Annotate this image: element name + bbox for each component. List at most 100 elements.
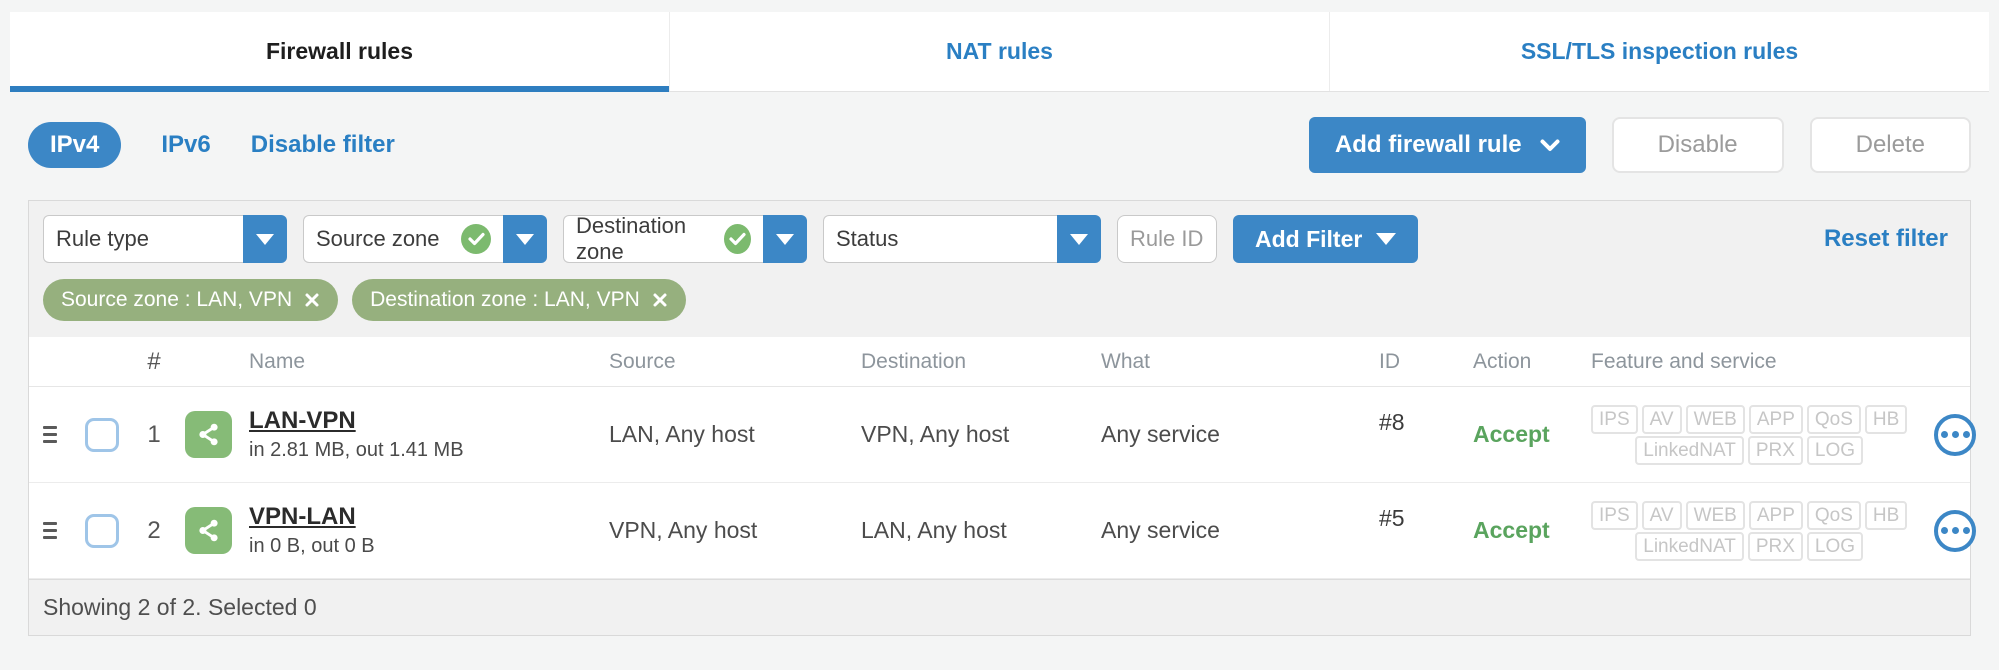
close-icon[interactable] — [304, 292, 320, 308]
header-what: What — [1101, 349, 1151, 373]
check-circle-icon — [461, 224, 491, 254]
tab-ssl-tls-inspection-rules[interactable]: SSL/TLS inspection rules — [1329, 12, 1989, 91]
rule-traffic: in 0 B, out 0 B — [249, 535, 375, 557]
cell-id: #5 — [1379, 505, 1405, 531]
cell-action: Accept — [1473, 421, 1550, 447]
row-checkbox[interactable] — [85, 417, 119, 452]
table-row: 1 LAN-VPN in 2.81 MB, out 1.41 MB LAN, A… — [29, 387, 1977, 483]
chevron-down-icon[interactable] — [1057, 215, 1101, 263]
share-icon — [185, 411, 232, 458]
header-number: # — [147, 347, 161, 375]
rule-id-input[interactable] — [1117, 215, 1217, 263]
filter-dropdown-destination-zone[interactable]: Destination zone — [563, 213, 807, 264]
drag-handle-icon[interactable] — [43, 522, 57, 539]
filter-dropdown-source-zone[interactable]: Source zone — [303, 215, 547, 263]
cell-what: Any service — [1101, 517, 1220, 543]
disable-filter-link[interactable]: Disable filter — [251, 131, 395, 159]
chevron-down-icon — [1540, 139, 1560, 151]
badge-av: AV — [1641, 404, 1682, 434]
feature-badges: IPS AV WEB APP QoS HB LinkedNAT PRX LOG — [1591, 404, 1908, 465]
badge-av: AV — [1641, 500, 1682, 530]
badge-prx: PRX — [1747, 531, 1803, 561]
badge-qos: QoS — [1806, 500, 1861, 530]
table-footer: Showing 2 of 2. Selected 0 — [29, 579, 1970, 635]
badge-hb: HB — [1864, 500, 1908, 530]
cell-what: Any service — [1101, 421, 1220, 447]
ellipsis-icon[interactable] — [1934, 509, 1977, 552]
chip-label: Destination zone : LAN, VPN — [370, 288, 640, 311]
badge-ips: IPS — [1591, 500, 1638, 530]
toolbar: IPv4 IPv6 Disable filter Add firewall ru… — [28, 116, 1971, 174]
cell-destination: VPN, Any host — [861, 421, 1010, 447]
tab-nat-rules[interactable]: NAT rules — [669, 12, 1329, 91]
rule-traffic: in 2.81 MB, out 1.41 MB — [249, 439, 464, 461]
table-header-row: # Name Source Destination What ID Action… — [29, 337, 1970, 387]
badge-web: WEB — [1685, 404, 1745, 434]
firewall-rules-panel: Rule type Source zone Destination zone S… — [28, 200, 1977, 636]
ellipsis-icon[interactable] — [1934, 413, 1977, 456]
row-number: 1 — [147, 420, 161, 448]
header-destination: Destination — [861, 349, 967, 373]
header-id: ID — [1379, 349, 1400, 373]
rule-tabs: Firewall rules NAT rules SSL/TLS inspect… — [10, 12, 1989, 92]
badge-qos: QoS — [1806, 404, 1861, 434]
cell-id: #8 — [1379, 409, 1405, 435]
badge-hb: HB — [1864, 404, 1908, 434]
ipv6-toggle[interactable]: IPv6 — [161, 131, 210, 159]
check-circle-icon — [723, 224, 751, 254]
rule-name-link[interactable]: LAN-VPN — [249, 407, 356, 435]
tab-firewall-rules[interactable]: Firewall rules — [10, 12, 669, 92]
filter-chip-source-zone[interactable]: Source zone : LAN, VPN — [43, 279, 339, 321]
applied-filter-chips: Source zone : LAN, VPN Destination zone … — [43, 279, 1956, 321]
table-row: 2 VPN-LAN in 0 B, out 0 B VPN, Any host … — [29, 483, 1977, 579]
row-checkbox[interactable] — [85, 513, 119, 548]
chevron-down-icon[interactable] — [243, 215, 287, 263]
filter-dropdown-status[interactable]: Status — [823, 215, 1101, 263]
badge-prx: PRX — [1747, 435, 1803, 465]
badge-app: APP — [1748, 500, 1803, 530]
disable-button[interactable]: Disable — [1611, 117, 1784, 173]
filter-label: Destination zone — [576, 213, 687, 264]
delete-button[interactable]: Delete — [1809, 117, 1971, 173]
close-icon[interactable] — [652, 292, 668, 308]
filter-bar: Rule type Source zone Destination zone S… — [29, 201, 1970, 337]
filter-chip-destination-zone[interactable]: Destination zone : LAN, VPN — [352, 279, 686, 321]
chevron-down-icon[interactable] — [503, 215, 547, 263]
reset-filter-link[interactable]: Reset filter — [1824, 225, 1956, 253]
cell-action: Accept — [1473, 517, 1550, 543]
cell-source: VPN, Any host — [609, 517, 758, 543]
filter-dropdown-rule-type[interactable]: Rule type — [43, 215, 287, 263]
tab-label: NAT rules — [946, 38, 1053, 64]
add-firewall-rule-label: Add firewall rule — [1334, 131, 1522, 158]
add-firewall-rule-button[interactable]: Add firewall rule — [1308, 117, 1586, 173]
badge-web: WEB — [1685, 500, 1745, 530]
share-icon — [185, 507, 232, 554]
cell-destination: LAN, Any host — [861, 517, 1007, 543]
add-filter-label: Add Filter — [1255, 225, 1363, 252]
chevron-down-icon — [1376, 233, 1397, 245]
ipv4-toggle[interactable]: IPv4 — [28, 122, 122, 168]
badge-linkednat: LinkedNAT — [1635, 531, 1744, 561]
header-feature-service: Feature and service — [1591, 349, 1777, 373]
chip-label: Source zone : LAN, VPN — [61, 288, 293, 311]
header-name: Name — [249, 349, 306, 373]
badge-log: LOG — [1806, 435, 1864, 465]
rule-name-link[interactable]: VPN-LAN — [249, 503, 356, 531]
filter-label: Source zone — [316, 226, 440, 251]
chevron-down-icon[interactable] — [763, 215, 807, 263]
tab-label: Firewall rules — [265, 38, 413, 64]
tab-label: SSL/TLS inspection rules — [1520, 38, 1799, 64]
badge-app: APP — [1748, 404, 1803, 434]
feature-badges: IPS AV WEB APP QoS HB LinkedNAT PRX LOG — [1591, 500, 1908, 561]
add-filter-button[interactable]: Add Filter — [1233, 215, 1419, 263]
badge-linkednat: LinkedNAT — [1635, 435, 1744, 465]
filter-label: Rule type — [56, 226, 149, 251]
row-number: 2 — [147, 516, 161, 544]
drag-handle-icon[interactable] — [43, 426, 57, 443]
filter-label: Status — [836, 226, 899, 251]
header-source: Source — [609, 349, 676, 373]
showing-count-text: Showing 2 of 2. Selected 0 — [43, 594, 317, 620]
badge-log: LOG — [1806, 531, 1864, 561]
badge-ips: IPS — [1591, 404, 1638, 434]
header-action: Action — [1473, 349, 1532, 373]
